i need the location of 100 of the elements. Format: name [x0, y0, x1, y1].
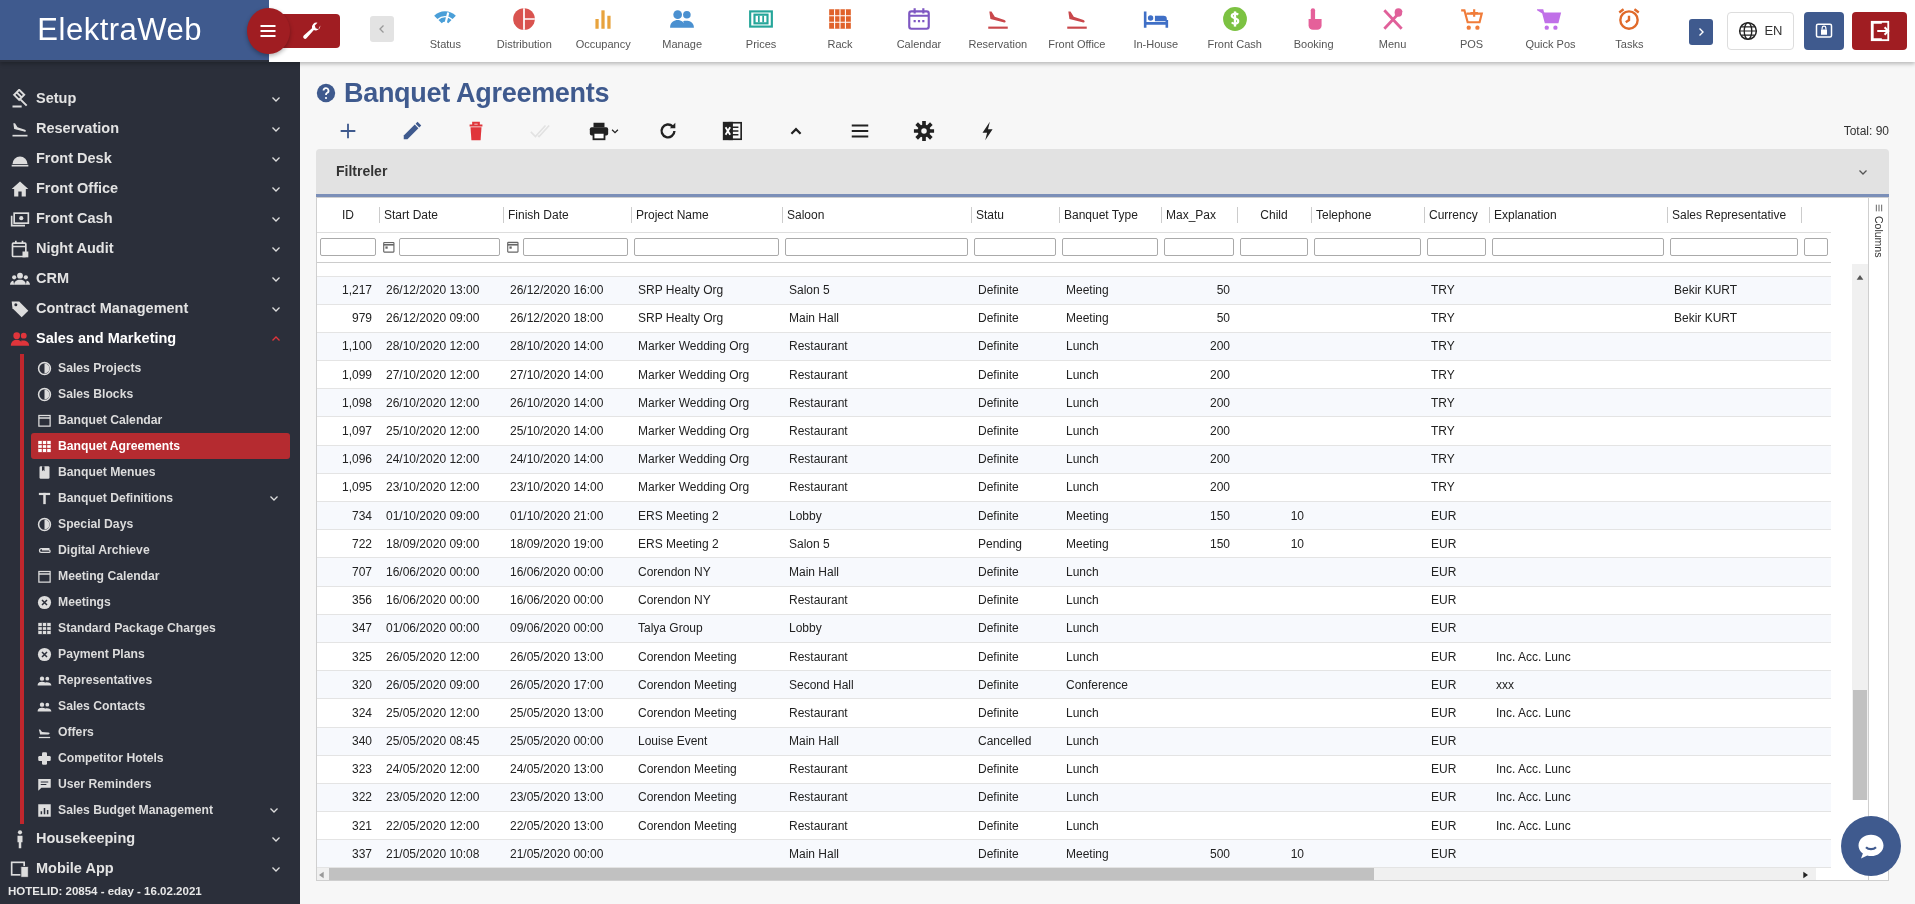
logout-button[interactable] [1852, 12, 1907, 50]
column-header[interactable]: Child [1237, 198, 1311, 232]
sidebar-item[interactable]: Front Cash [0, 204, 300, 234]
module-button[interactable]: Menu [1353, 0, 1433, 62]
sidebar-item[interactable]: CRM [0, 264, 300, 294]
filter-field[interactable] [1492, 238, 1664, 256]
module-button[interactable]: POS [1432, 0, 1511, 62]
vertical-scrollbar[interactable] [1852, 264, 1868, 800]
table-cell: Main Hall [789, 846, 839, 861]
sidebar-subitem[interactable]: User Reminders [31, 771, 290, 797]
table-cell: 10 [1290, 536, 1304, 551]
filter-field[interactable] [398, 238, 500, 256]
module-button[interactable]: Status [405, 0, 485, 62]
sidebar-item[interactable]: Mobile App [0, 854, 300, 884]
filter-field[interactable] [1314, 238, 1421, 256]
sidebar-subitem[interactable]: Representatives [31, 667, 290, 693]
sidebar-item[interactable]: Front Desk [0, 144, 300, 174]
table-cell: EUR [1431, 536, 1457, 551]
table-cell: 324 [351, 705, 372, 720]
module-button[interactable]: Reservation [958, 0, 1038, 62]
column-header[interactable]: Statu [971, 198, 1059, 232]
table-cell: 337 [351, 846, 372, 861]
filter-field[interactable] [1240, 238, 1308, 256]
filter-field[interactable] [974, 238, 1056, 256]
filter-field[interactable] [1427, 238, 1486, 256]
sidebar-subitem[interactable]: Meetings [31, 589, 290, 615]
module-button[interactable]: Manage [642, 0, 722, 62]
table-cell: Definite [978, 846, 1019, 861]
module-button[interactable]: Occupancy [563, 0, 643, 62]
column-header[interactable]: Telephone [1311, 198, 1424, 232]
module-button[interactable]: Rack [800, 0, 880, 62]
filter-field[interactable] [522, 238, 628, 256]
module-button[interactable]: Distribution [484, 0, 564, 62]
scroll-left-button[interactable] [369, 16, 394, 42]
lock-button[interactable] [1804, 12, 1845, 50]
module-button[interactable]: Front Cash [1195, 0, 1275, 62]
columns-tab[interactable]: Columns [1870, 204, 1887, 258]
table-cell: 26/05/2020 17:00 [510, 677, 604, 692]
sidebar-subitem[interactable]: Competitor Hotels [31, 745, 290, 771]
horizontal-scrollbar[interactable] [317, 868, 1816, 880]
module-button[interactable]: Quick Pos [1511, 0, 1590, 62]
sidebar-item[interactable]: Front Office [0, 174, 300, 204]
sidebar-subitem[interactable]: Offers [31, 719, 290, 745]
column-header[interactable]: Banquet Type [1059, 198, 1161, 232]
column-header[interactable]: Currency [1424, 198, 1489, 232]
table-cell: Corendon Meeting [638, 762, 737, 777]
module-button[interactable]: Tasks [1589, 0, 1669, 62]
filter-field[interactable] [785, 238, 968, 256]
table-cell: 25/05/2020 00:00 [510, 734, 604, 749]
language-button[interactable]: EN [1726, 12, 1795, 50]
column-header[interactable]: Max_Pax [1161, 198, 1237, 232]
table-cell: 1,099 [341, 367, 372, 382]
filter-panel[interactable]: Filtreler [316, 149, 1889, 197]
sidebar-item[interactable]: Reservation [0, 114, 300, 144]
sidebar-subitem[interactable]: Sales Budget Management [31, 797, 290, 823]
table-cell: Definite [978, 621, 1019, 636]
sidebar-subitem[interactable]: Special Days [31, 511, 290, 537]
column-header[interactable]: Saloon [782, 198, 971, 232]
table-cell: 340 [351, 734, 372, 749]
sidebar-subitem[interactable]: Meeting Calendar [31, 563, 290, 589]
sidebar-subitem[interactable]: Banquet Agreements [31, 433, 290, 459]
column-header[interactable]: Explanation [1489, 198, 1667, 232]
column-header[interactable]: Sales Representative [1667, 198, 1801, 232]
filter-field[interactable] [634, 238, 779, 256]
column-header[interactable]: ID [317, 198, 379, 232]
module-button[interactable]: Prices [721, 0, 801, 62]
column-header[interactable]: Finish Date [503, 198, 631, 232]
table-cell: Talya Group [638, 621, 703, 636]
table-cell: 26/12/2020 13:00 [386, 283, 480, 298]
sidebar-subitem[interactable]: Sales Projects [31, 355, 290, 381]
module-button[interactable]: Front Office [1037, 0, 1117, 62]
filter-field[interactable] [320, 238, 376, 256]
module-button[interactable]: In-House [1116, 0, 1196, 62]
column-header[interactable]: Start Date [379, 198, 503, 232]
table-cell: ERS Meeting 2 [638, 536, 719, 551]
filter-field[interactable] [1164, 238, 1234, 256]
scroll-right-button[interactable] [1688, 19, 1713, 45]
sidebar-item[interactable]: Contract Management [0, 294, 300, 324]
module-button[interactable]: Calendar [879, 0, 959, 62]
filter-field[interactable] [1062, 238, 1158, 256]
module-button[interactable]: Booking [1274, 0, 1354, 62]
table-cell: EUR [1431, 508, 1457, 523]
table-cell: Meeting [1066, 846, 1109, 861]
filter-field[interactable] [1670, 238, 1798, 256]
sidebar-item[interactable]: Housekeeping [0, 824, 300, 854]
sidebar-subitem[interactable]: Sales Blocks [31, 381, 290, 407]
sidebar-subitem[interactable]: Banquet Menues [31, 459, 290, 485]
sidebar-subitem[interactable]: Payment Plans [31, 641, 290, 667]
sidebar-subitem[interactable]: Sales Contacts [31, 693, 290, 719]
sidebar-item[interactable]: Sales and Marketing [0, 324, 300, 354]
sidebar-subitem[interactable]: Standard Package Charges [31, 615, 290, 641]
sidebar-subitem[interactable]: Digital Archieve [31, 537, 290, 563]
scrollbar-thumb[interactable] [1853, 690, 1867, 800]
sidebar-subitem[interactable]: Banquet Definitions [31, 485, 290, 511]
sidebar-item[interactable]: Setup [0, 84, 300, 114]
sidebar-item[interactable]: Night Audit [0, 234, 300, 264]
column-header[interactable]: Project Name [631, 198, 782, 232]
filter-field[interactable] [1804, 238, 1828, 256]
sidebar-subitem[interactable]: Banquet Calendar [31, 407, 290, 433]
table-cell: 26/05/2020 13:00 [510, 649, 604, 664]
